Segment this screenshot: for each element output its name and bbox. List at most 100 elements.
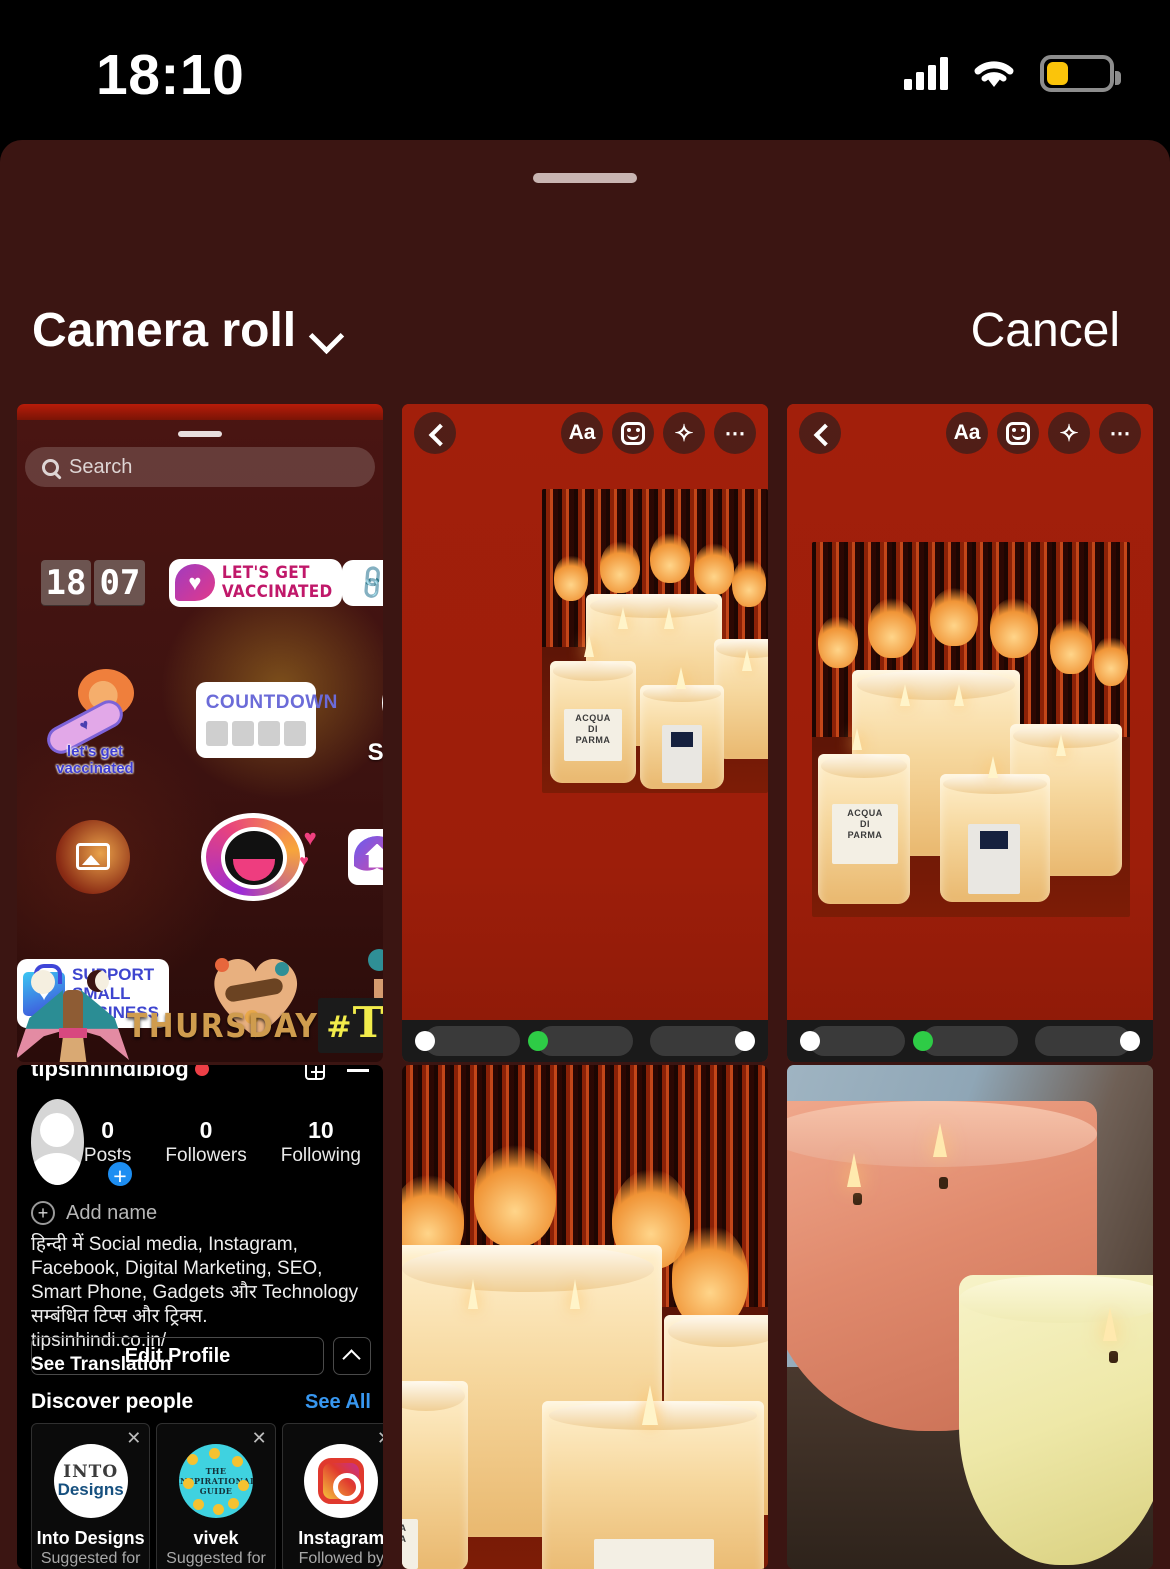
story-sticker-tool[interactable]: [997, 412, 1039, 454]
candle-photo-small: ACQUA DI PARMA: [542, 489, 768, 793]
sticker-face-icon: [621, 421, 645, 445]
cancel-button[interactable]: Cancel: [971, 298, 1120, 364]
image-icon: [55, 819, 130, 894]
ellipsis-icon: ⋯: [1109, 421, 1131, 445]
story-text-tool[interactable]: Aa: [946, 412, 988, 454]
winged-figure-icon: [17, 966, 129, 1062]
sticker-countdown: COUNTDOWN: [195, 681, 338, 758]
candle-photo-large: ACQUA DI PARMA: [812, 542, 1130, 917]
sticker-grid-bottom-row: THURSDAY #TBT: [17, 966, 383, 1062]
sticker-tbt: #TBT: [318, 997, 383, 1053]
plus-circle-icon: +: [31, 1201, 55, 1225]
hamburger-menu-icon[interactable]: [347, 1069, 369, 1072]
story-more-tool[interactable]: ⋯: [1099, 412, 1141, 454]
gallery-item-jar-candles[interactable]: [787, 1065, 1153, 1569]
sticker-lets-get-vaccinated: LET'S GET VACCINATED: [168, 558, 343, 607]
discover-card-name: Into Designs: [36, 1528, 145, 1548]
countdown-boxes: [205, 720, 306, 746]
magnifier-icon: [42, 458, 59, 476]
chevron-left-icon: [813, 426, 827, 440]
countdown-label: COUNTDOWN: [205, 691, 338, 713]
close-icon[interactable]: ✕: [252, 1428, 267, 1449]
discover-card-vivek[interactable]: ✕ THE INSPIRATIONAL GUIDE vivek Suggeste…: [156, 1423, 276, 1569]
story-next-button[interactable]: [1034, 1026, 1140, 1056]
edit-profile-button[interactable]: Edit Profile: [31, 1337, 324, 1375]
heart-bubble-icon: [174, 564, 215, 601]
live-dot-icon: [194, 1065, 209, 1076]
wifi-icon: [970, 55, 1018, 91]
sticker-open-mouth: ♥ ♥: [197, 809, 317, 905]
add-name-button[interactable]: + Add name: [31, 1201, 157, 1225]
gallery-item-story-editor-large[interactable]: ACQUA DI PARMA Aa ✧ ⋯: [787, 404, 1153, 1062]
sticker-vaccine-flower: let's get vaccinated: [38, 665, 148, 777]
cellular-signal-icon: [904, 56, 948, 90]
story-share-bar: [402, 1020, 768, 1062]
chevron-down-icon: [310, 318, 344, 352]
discover-people-carousel: ✕ INTO Designs Into Designs Suggested fo…: [31, 1423, 383, 1569]
gallery-item-sticker-tray[interactable]: Search 18 07 LET'S GET VACCINATED: [17, 404, 383, 1062]
add-story-plus-icon[interactable]: +: [105, 1159, 135, 1189]
sticker-tray-top-strip: [17, 404, 383, 420]
story-back-button[interactable]: [799, 412, 841, 454]
close-icon[interactable]: ✕: [377, 1428, 383, 1449]
into-designs-avatar: INTO Designs: [53, 1444, 128, 1518]
story-your-story-button[interactable]: [800, 1026, 906, 1056]
time-sticker-hours: 18: [40, 559, 92, 606]
vaccinated-line1: LET'S GET: [221, 562, 310, 583]
story-effects-tool[interactable]: ✧: [663, 412, 705, 454]
sticker-search-field: Search: [25, 447, 375, 487]
house-heart-icon: [354, 836, 383, 878]
profile-header: tipsinhindiblog: [17, 1065, 383, 1085]
profile-bio-text: हिन्दी में Social media, Instagram, Face…: [31, 1234, 359, 1327]
gallery-item-profile-screenshot[interactable]: tipsinhindiblog + 0 Posts 0 Followers 10…: [17, 1065, 383, 1569]
story-share-bar: [787, 1020, 1153, 1062]
discover-people-title: Discover people: [31, 1390, 194, 1413]
story-close-friends-button[interactable]: [527, 1026, 633, 1056]
story-your-story-button[interactable]: [415, 1026, 521, 1056]
vaccinated-line2: VACCINATED: [221, 581, 333, 602]
sticker-tray-drag-handle: [178, 431, 222, 437]
status-bar-indicators: [904, 50, 1121, 96]
see-all-button[interactable]: See All: [305, 1391, 371, 1414]
expand-suggestions-button[interactable]: [333, 1337, 371, 1375]
battery-low-power-icon: [1040, 54, 1121, 92]
stat-following[interactable]: 10 Following: [281, 1117, 361, 1168]
link-chain-icon: 🔗: [353, 562, 383, 603]
story-back-button[interactable]: [414, 412, 456, 454]
stat-followers[interactable]: 0 Followers: [165, 1117, 246, 1168]
story-next-button[interactable]: [649, 1026, 755, 1056]
story-sticker-tool[interactable]: [612, 412, 654, 454]
close-icon[interactable]: ✕: [126, 1428, 141, 1449]
story-toolbar: Aa ✧ ⋯: [787, 409, 1153, 457]
avatar[interactable]: [31, 1099, 84, 1185]
selfie-label: SELFIE: [367, 739, 383, 766]
sticker-link: 🔗 LINK: [342, 559, 383, 606]
story-more-tool[interactable]: ⋯: [714, 412, 756, 454]
add-post-icon[interactable]: [305, 1065, 325, 1080]
discover-card-subtitle: Followed by who: [298, 1550, 383, 1567]
sheet-header: Camera roll Cancel: [0, 298, 1170, 384]
ellipsis-icon: ⋯: [724, 421, 746, 445]
story-effects-tool[interactable]: ✧: [1048, 412, 1090, 454]
sticker-angel-wings: [17, 966, 129, 1062]
chevron-left-icon: [428, 426, 442, 440]
album-title: Camera roll: [32, 304, 297, 357]
gallery-item-story-editor-small[interactable]: ACQUA DI PARMA Aa ✧ ⋯: [402, 404, 768, 1062]
mouth-icon: ♥ ♥: [197, 809, 317, 905]
profile-handle: tipsinhindiblog: [31, 1065, 189, 1081]
story-text-tool[interactable]: Aa: [561, 412, 603, 454]
discover-card-subtitle: Suggested for you: [40, 1550, 141, 1567]
discover-card-instagram[interactable]: ✕ Instagram Followed by who: [281, 1423, 383, 1569]
sticker-photo: [55, 819, 130, 894]
time-sticker-minutes: 07: [94, 559, 146, 606]
sheet-drag-handle[interactable]: [533, 173, 637, 183]
discover-people-header: Discover people See All: [31, 1390, 371, 1414]
discover-card-into-designs[interactable]: ✕ INTO Designs Into Designs Suggested fo…: [31, 1423, 151, 1569]
gallery-item-candles-closeup[interactable]: AA: [402, 1065, 768, 1569]
status-bar: 18:10: [0, 0, 1170, 140]
story-close-friends-button[interactable]: [912, 1026, 1018, 1056]
camera-roll-sheet: Camera roll Cancel Search 18 07 ♥ LET'S …: [0, 140, 1170, 1569]
album-picker[interactable]: Camera roll: [32, 298, 344, 364]
tbt-hash: #: [326, 1009, 353, 1045]
sticker-selfie: 😍 SELFIE: [368, 672, 383, 767]
